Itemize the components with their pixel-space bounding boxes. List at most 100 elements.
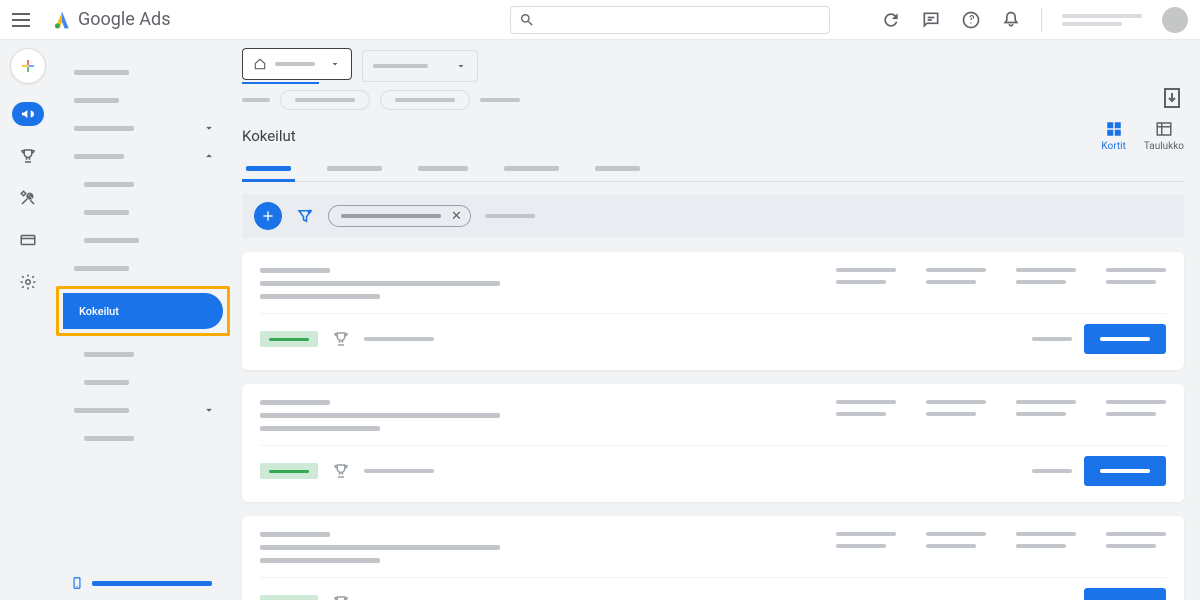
- card-link[interactable]: [1032, 469, 1072, 473]
- status-badge: [260, 463, 318, 479]
- sidebar-item[interactable]: [56, 114, 230, 142]
- crumb: [480, 98, 520, 102]
- main-content: Kokeilut Kortit Taulukko: [230, 40, 1200, 600]
- card-action-button[interactable]: [1084, 588, 1166, 600]
- title-row: Kokeilut Kortit Taulukko: [242, 120, 1184, 152]
- refresh-icon[interactable]: [881, 10, 901, 30]
- add-button[interactable]: [254, 202, 282, 230]
- megaphone-icon: [20, 106, 36, 122]
- campaign-dropdown[interactable]: [362, 50, 478, 82]
- caret-down-icon: [455, 60, 467, 72]
- view-toggle: Kortit Taulukko: [1101, 120, 1184, 152]
- search-input[interactable]: [510, 6, 830, 34]
- experiment-card: [242, 252, 1184, 370]
- search-container: [510, 6, 830, 34]
- sidebar-highlight: Kokeilut: [56, 286, 230, 336]
- filter-bar: ✕: [242, 194, 1184, 238]
- message-icon[interactable]: [921, 10, 941, 30]
- help-icon[interactable]: [961, 10, 981, 30]
- card-title-area: [260, 400, 796, 431]
- sidebar: Kokeilut: [56, 40, 230, 600]
- download-icon[interactable]: [1160, 86, 1184, 110]
- sidebar-subitem[interactable]: [56, 170, 230, 198]
- crumb-chip[interactable]: [380, 90, 470, 110]
- filter-chip[interactable]: ✕: [328, 205, 471, 227]
- avatar[interactable]: [1162, 7, 1188, 33]
- google-ads-a-icon: [52, 10, 72, 30]
- card-icon: [19, 231, 37, 249]
- nav-rail: [0, 40, 56, 600]
- card-action-button[interactable]: [1084, 456, 1166, 486]
- tabs: [242, 160, 1184, 182]
- card-link[interactable]: [1032, 337, 1072, 341]
- close-icon[interactable]: ✕: [451, 209, 462, 224]
- app-header: Google Ads: [0, 0, 1200, 40]
- status-badge: [260, 331, 318, 347]
- plus-icon: [260, 208, 276, 224]
- sidebar-subitem[interactable]: [56, 340, 230, 368]
- tab[interactable]: [242, 160, 295, 181]
- sidebar-footer-link[interactable]: [70, 576, 212, 590]
- scope-selector-row: [242, 48, 1184, 84]
- account-dropdown[interactable]: [242, 48, 352, 80]
- sidebar-item[interactable]: [56, 58, 230, 86]
- crumb: [242, 98, 270, 102]
- sidebar-item-kokeilut[interactable]: Kokeilut: [63, 293, 223, 329]
- trophy-icon: [332, 594, 350, 600]
- rail-item-tools[interactable]: [12, 186, 44, 210]
- chevron-down-icon: [202, 121, 216, 135]
- sidebar-subitem[interactable]: [56, 368, 230, 396]
- view-cards-label: Kortit: [1101, 141, 1125, 152]
- sidebar-subitem[interactable]: [56, 226, 230, 254]
- search-icon: [519, 12, 535, 28]
- trophy-icon: [19, 147, 37, 165]
- sidebar-item[interactable]: [56, 396, 230, 424]
- sidebar-item[interactable]: [56, 86, 230, 114]
- view-table-label: Taulukko: [1144, 141, 1184, 152]
- tab[interactable]: [500, 160, 563, 181]
- rail-item-campaigns[interactable]: [12, 102, 44, 126]
- rail-item-admin[interactable]: [12, 270, 44, 294]
- sidebar-item[interactable]: [56, 254, 230, 282]
- trophy-icon: [332, 462, 350, 480]
- page-title: Kokeilut: [242, 127, 296, 145]
- sidebar-subitem[interactable]: [56, 198, 230, 226]
- product-logo[interactable]: Google Ads: [52, 9, 170, 30]
- view-table-button[interactable]: Taulukko: [1144, 120, 1184, 152]
- search-field[interactable]: [541, 12, 821, 27]
- cards-view-icon: [1105, 120, 1123, 138]
- gear-icon: [19, 273, 37, 291]
- card-metrics: [836, 400, 1166, 431]
- device-icon: [70, 576, 84, 590]
- table-view-icon: [1155, 120, 1173, 138]
- tab[interactable]: [323, 160, 386, 181]
- trophy-icon: [332, 330, 350, 348]
- create-button[interactable]: [10, 48, 46, 84]
- card-title-area: [260, 532, 796, 563]
- plus-multicolor-icon: [19, 57, 37, 75]
- filter-icon[interactable]: [296, 207, 314, 225]
- header-actions: [881, 7, 1188, 33]
- notifications-icon[interactable]: [1001, 10, 1021, 30]
- tab[interactable]: [591, 160, 644, 181]
- view-cards-button[interactable]: Kortit: [1101, 120, 1125, 152]
- rail-item-goals[interactable]: [12, 144, 44, 168]
- crumb-chip[interactable]: [280, 90, 370, 110]
- caret-down-icon: [329, 58, 341, 70]
- card-title-area: [260, 268, 796, 299]
- card-metrics: [836, 532, 1166, 563]
- rail-item-billing[interactable]: [12, 228, 44, 252]
- hamburger-menu-icon[interactable]: [12, 8, 36, 32]
- status-badge: [260, 595, 318, 600]
- tools-icon: [19, 189, 37, 207]
- account-info[interactable]: [1062, 14, 1142, 26]
- tab[interactable]: [414, 160, 472, 181]
- breadcrumb-row: [242, 90, 1184, 110]
- sidebar-subitem[interactable]: [56, 424, 230, 452]
- chevron-up-icon: [202, 149, 216, 163]
- experiment-card: [242, 384, 1184, 502]
- home-icon: [253, 57, 267, 71]
- card-action-button[interactable]: [1084, 324, 1166, 354]
- sidebar-item-label: Kokeilut: [79, 305, 119, 318]
- sidebar-item[interactable]: [56, 142, 230, 170]
